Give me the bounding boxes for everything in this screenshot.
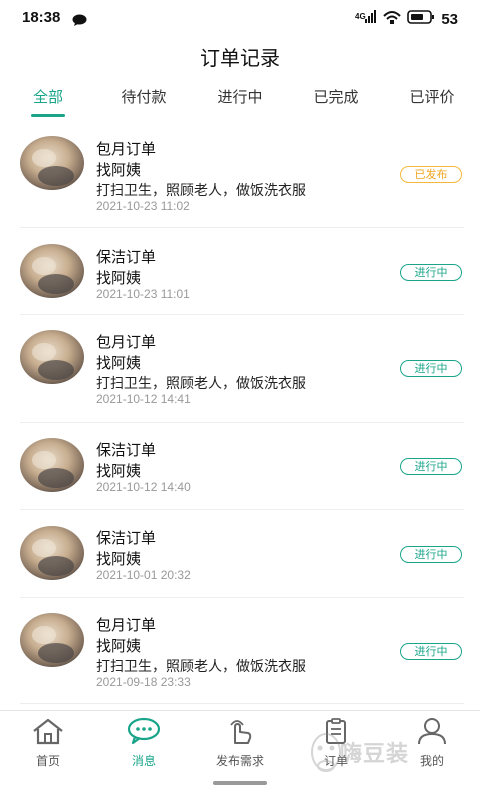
home-icon bbox=[8, 717, 88, 750]
order-item[interactable]: 保洁订单 找阿姨 2021-10-23 11:01 进行中 bbox=[20, 228, 464, 315]
status-badge: 进行中 bbox=[400, 643, 462, 660]
order-title: 包月订单 bbox=[96, 334, 157, 351]
order-list: 包月订单 找阿姨 打扫卫生，照顾老人，做饭洗衣服 2021-10-23 11:0… bbox=[0, 125, 480, 704]
home-indicator[interactable] bbox=[213, 781, 267, 785]
order-item[interactable]: 包月订单 找阿姨 打扫卫生，照顾老人，做饭洗衣服 2021-10-23 11:0… bbox=[20, 125, 464, 228]
status-badge: 已发布 bbox=[400, 166, 462, 183]
publish-icon bbox=[200, 717, 280, 750]
battery-level: 53 bbox=[441, 10, 458, 28]
nav-publish[interactable]: 发布需求 bbox=[200, 717, 280, 769]
watermark-text: 嗨豆装 bbox=[340, 741, 410, 766]
order-time: 2021-10-01 20:32 bbox=[96, 568, 191, 582]
svg-text:4G: 4G bbox=[355, 12, 366, 21]
wifi-icon bbox=[383, 10, 402, 29]
watermark-logo: 嗨豆装 bbox=[306, 720, 456, 780]
status-bar: 18:38 4G 53 bbox=[0, 0, 480, 38]
order-time: 2021-10-23 11:02 bbox=[96, 199, 190, 213]
order-time: 2021-10-23 11:01 bbox=[96, 287, 190, 301]
nav-home[interactable]: 首页 bbox=[8, 717, 88, 769]
active-tab-indicator bbox=[31, 114, 65, 117]
order-service: 找阿姨 bbox=[96, 638, 142, 655]
order-time: 2021-10-12 14:41 bbox=[96, 392, 191, 406]
order-item[interactable]: 包月订单 找阿姨 打扫卫生，照顾老人，做饭洗衣服 2021-09-18 23:3… bbox=[20, 598, 464, 704]
order-tabs: 全部 待付款 进行中 已完成 已评价 bbox=[0, 86, 480, 118]
avatar bbox=[20, 613, 84, 667]
avatar bbox=[20, 438, 84, 492]
order-item[interactable]: 包月订单 找阿姨 打扫卫生，照顾老人，做饭洗衣服 2021-10-12 14:4… bbox=[20, 315, 464, 423]
status-badge: 进行中 bbox=[400, 360, 462, 377]
order-title: 包月订单 bbox=[96, 141, 157, 158]
order-time: 2021-10-12 14:40 bbox=[96, 480, 191, 494]
tab-pending-payment[interactable]: 待付款 bbox=[121, 86, 166, 113]
message-icon bbox=[104, 717, 184, 750]
nav-label: 首页 bbox=[35, 754, 60, 768]
status-badge: 进行中 bbox=[400, 546, 462, 563]
avatar bbox=[20, 526, 84, 580]
order-description: 打扫卫生，照顾老人，做饭洗衣服 bbox=[96, 182, 306, 198]
tab-in-progress[interactable]: 进行中 bbox=[217, 86, 262, 113]
chat-bubble-icon bbox=[72, 13, 87, 31]
status-badge: 进行中 bbox=[400, 458, 462, 475]
nav-label: 发布需求 bbox=[215, 754, 264, 768]
nav-label: 消息 bbox=[131, 754, 156, 768]
avatar bbox=[20, 330, 84, 384]
nav-messages[interactable]: 消息 bbox=[104, 717, 184, 769]
tab-completed[interactable]: 已完成 bbox=[313, 86, 358, 113]
page-title: 订单记录 bbox=[200, 48, 280, 70]
avatar bbox=[20, 244, 84, 298]
battery-icon bbox=[407, 9, 435, 29]
order-description: 打扫卫生，照顾老人，做饭洗衣服 bbox=[96, 375, 306, 391]
order-service: 找阿姨 bbox=[96, 270, 142, 287]
order-title: 保洁订单 bbox=[96, 249, 157, 266]
order-service: 找阿姨 bbox=[96, 162, 142, 179]
status-indicators: 4G 53 bbox=[355, 9, 458, 29]
order-service: 找阿姨 bbox=[96, 551, 142, 568]
tab-reviewed[interactable]: 已评价 bbox=[409, 86, 454, 113]
order-title: 包月订单 bbox=[96, 617, 157, 634]
order-title: 保洁订单 bbox=[96, 442, 157, 459]
order-time: 2021-09-18 23:33 bbox=[96, 675, 191, 689]
tab-all[interactable]: 全部 bbox=[33, 86, 63, 113]
order-description: 打扫卫生，照顾老人，做饭洗衣服 bbox=[96, 658, 306, 674]
status-time: 18:38 bbox=[22, 9, 61, 26]
order-title: 保洁订单 bbox=[96, 530, 157, 547]
avatar bbox=[20, 136, 84, 190]
order-item[interactable]: 保洁订单 找阿姨 2021-10-01 20:32 进行中 bbox=[20, 510, 464, 598]
status-badge: 进行中 bbox=[400, 264, 462, 281]
order-service: 找阿姨 bbox=[96, 355, 142, 372]
order-item[interactable]: 保洁订单 找阿姨 2021-10-12 14:40 进行中 bbox=[20, 423, 464, 510]
order-service: 找阿姨 bbox=[96, 463, 142, 480]
signal-icon: 4G bbox=[355, 9, 377, 29]
